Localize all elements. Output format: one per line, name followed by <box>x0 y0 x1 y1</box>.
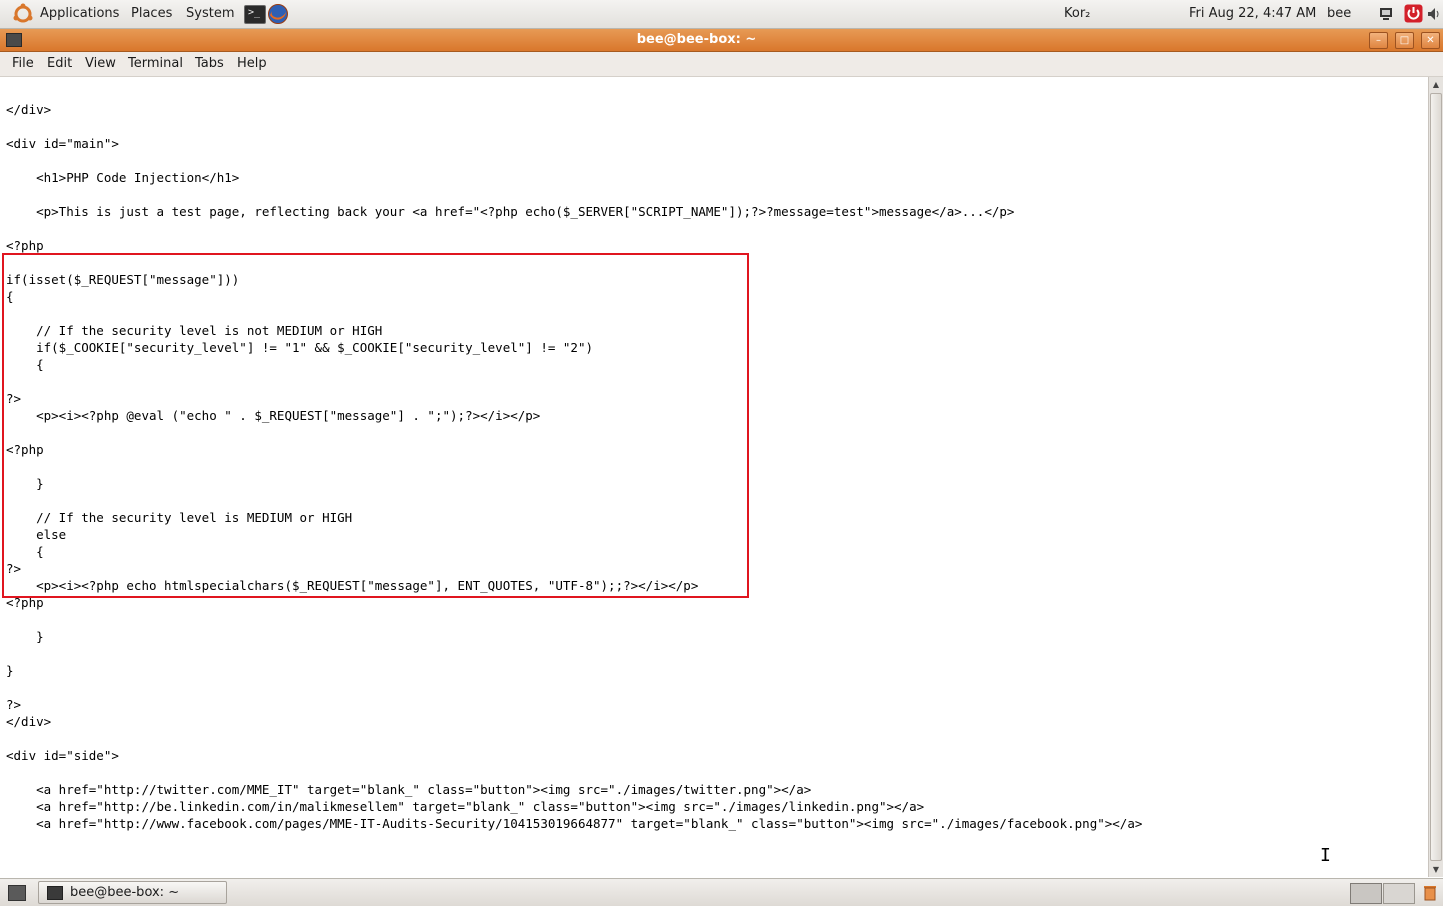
highlight-annotation-box <box>2 253 749 598</box>
menubar: File Edit View Terminal Tabs Help <box>0 52 1443 77</box>
power-icon[interactable] <box>1404 4 1423 23</box>
terminal-line: } <box>6 663 14 678</box>
minimize-button[interactable]: – <box>1369 32 1388 49</box>
terminal-line: <?php <box>6 238 44 253</box>
terminal-line: </div> <box>6 102 52 117</box>
window-titlebar[interactable]: bee@bee-box: ~ – □ ✕ <box>0 29 1443 52</box>
user-menu[interactable]: bee <box>1327 6 1351 21</box>
terminal-line: <a href="http://www.facebook.com/pages/M… <box>6 816 1143 831</box>
terminal-line: <a href="http://twitter.com/MME_IT" targ… <box>6 782 812 797</box>
trash-icon[interactable] <box>1423 883 1437 901</box>
volume-icon[interactable] <box>1427 6 1441 22</box>
menu-tabs[interactable]: Tabs <box>195 56 224 71</box>
terminal-line: ?> <box>6 697 22 712</box>
terminal-line: } <box>6 629 44 644</box>
taskbar-window-label: bee@bee-box: ~ <box>70 885 180 900</box>
vertical-scrollbar[interactable]: ▲ ▼ <box>1428 77 1443 877</box>
scroll-down-arrow-icon[interactable]: ▼ <box>1431 865 1441 874</box>
bottom-panel: bee@bee-box: ~ <box>0 878 1443 906</box>
terminal-window-icon <box>47 886 63 900</box>
ubuntu-logo-icon[interactable] <box>12 3 34 25</box>
maximize-button[interactable]: □ <box>1395 32 1414 49</box>
terminal-line: <a href="http://be.linkedin.com/in/malik… <box>6 799 925 814</box>
places-menu[interactable]: Places <box>131 6 172 21</box>
network-icon[interactable] <box>1378 6 1394 22</box>
scrollbar-thumb[interactable] <box>1430 93 1442 861</box>
menu-terminal[interactable]: Terminal <box>128 56 183 71</box>
text-cursor-icon: I <box>1320 845 1331 866</box>
menu-file[interactable]: File <box>12 56 34 71</box>
menu-view[interactable]: View <box>85 56 116 71</box>
menu-edit[interactable]: Edit <box>47 56 72 71</box>
terminal-line: <h1>PHP Code Injection</h1> <box>6 170 240 185</box>
scroll-up-arrow-icon[interactable]: ▲ <box>1431 80 1441 89</box>
show-desktop-icon[interactable] <box>8 885 26 901</box>
terminal-line: <div id="main"> <box>6 136 119 151</box>
top-panel: Applications Places System >_ Kor₂ Fri A… <box>0 0 1443 29</box>
workspace-1[interactable] <box>1350 883 1382 904</box>
terminal-line: <div id="side"> <box>6 748 119 763</box>
applications-menu[interactable]: Applications <box>40 6 119 21</box>
clock[interactable]: Fri Aug 22, 4:47 AM <box>1189 6 1316 21</box>
menu-help[interactable]: Help <box>237 56 267 71</box>
system-menu[interactable]: System <box>186 6 234 21</box>
terminal-line: <p>This is just a test page, reflecting … <box>6 204 1015 219</box>
taskbar-window-button[interactable]: bee@bee-box: ~ <box>38 881 227 904</box>
terminal-launcher-icon[interactable]: >_ <box>244 5 266 24</box>
workspace-2[interactable] <box>1383 883 1415 904</box>
window-title: bee@bee-box: ~ <box>636 32 757 47</box>
keyboard-layout-indicator[interactable]: Kor₂ <box>1064 6 1090 21</box>
firefox-icon[interactable] <box>267 3 289 25</box>
close-button[interactable]: ✕ <box>1421 32 1440 49</box>
terminal-line: </div> <box>6 714 52 729</box>
